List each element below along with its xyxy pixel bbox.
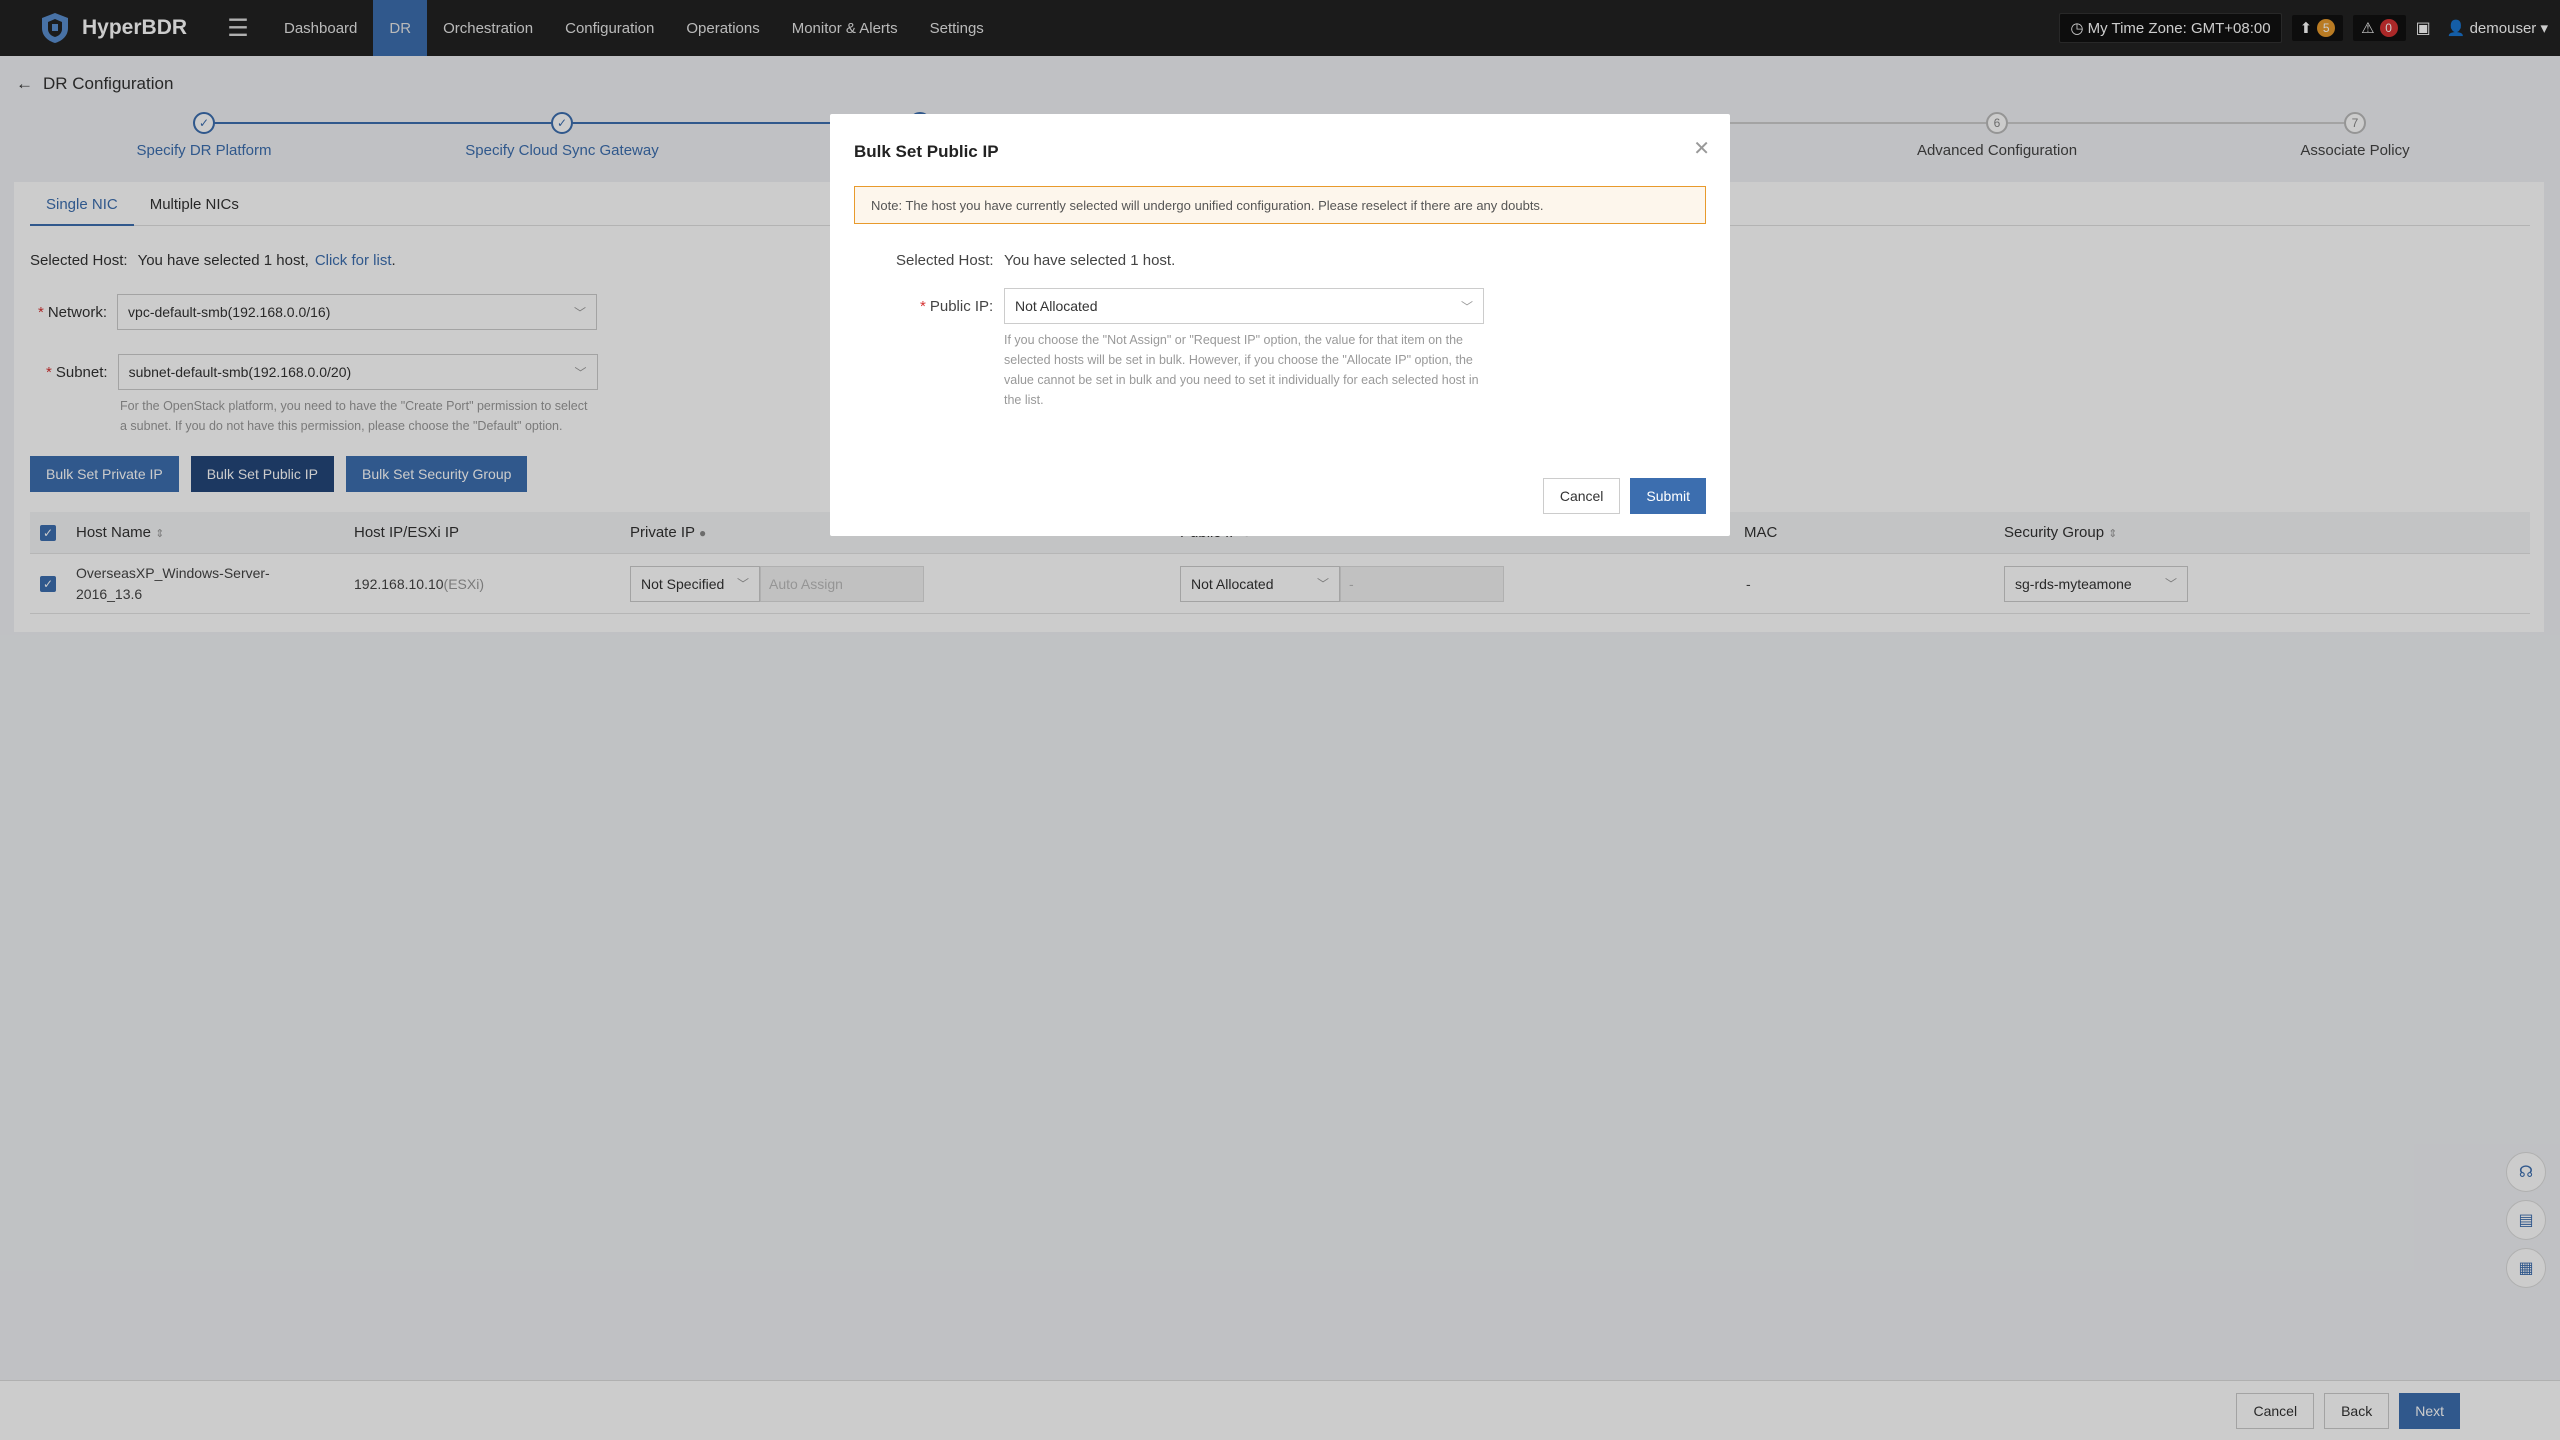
modal-public-ip-select[interactable]: Not Allocated ﹀ [1004,288,1484,324]
modal-cancel-button[interactable]: Cancel [1542,478,1621,514]
modal-note: Note: The host you have currently select… [854,186,1706,224]
modal-title: Bulk Set Public IP [854,142,999,161]
modal-hint: If you choose the "Not Assign" or "Reque… [1004,333,1479,407]
bulk-set-public-ip-modal: Bulk Set Public IP ✕ Note: The host you … [830,114,1730,536]
modal-footer: Cancel Submit [1542,478,1706,514]
modal-submit-button[interactable]: Submit [1630,478,1706,514]
modal-selected-host-value: You have selected 1 host. [1004,252,1176,269]
close-icon[interactable]: ✕ [1693,136,1710,161]
modal-public-ip-label: * Public IP: [920,298,994,315]
modal-selected-host-label: Selected Host: [896,252,994,269]
chevron-down-icon: ﹀ [1460,299,1473,314]
